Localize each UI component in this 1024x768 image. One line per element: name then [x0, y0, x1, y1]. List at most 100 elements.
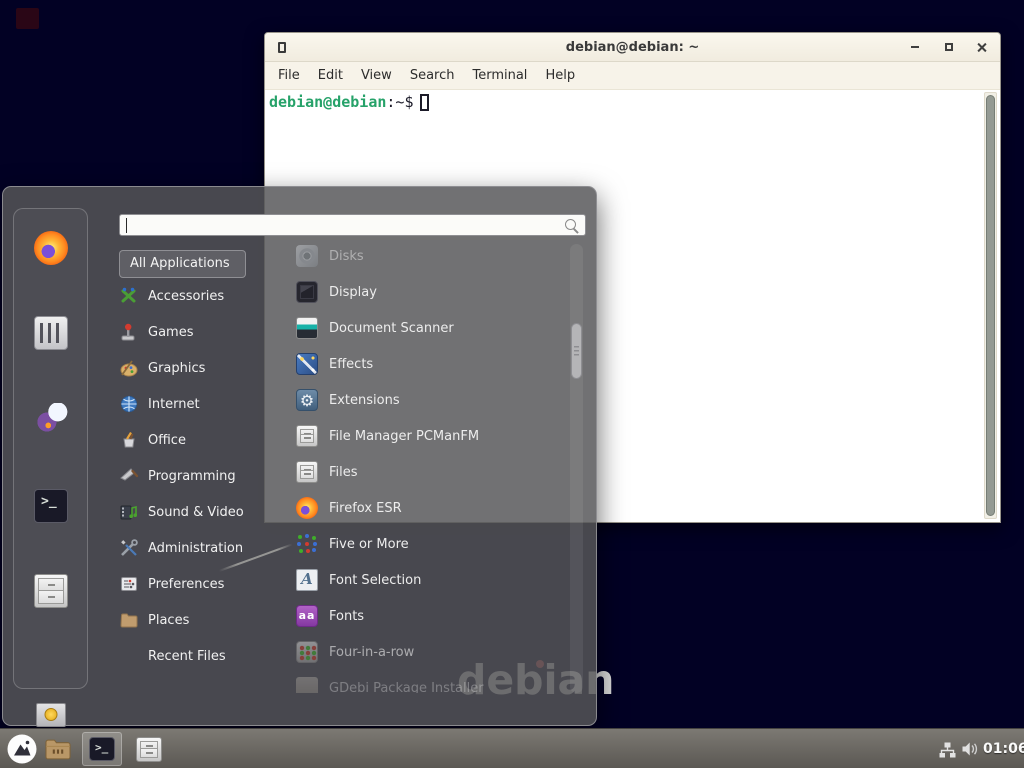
app-item-disks[interactable]: Disks	[282, 238, 568, 274]
category-administration[interactable]: Administration	[119, 530, 279, 566]
category-label: Games	[148, 325, 193, 340]
category-programming[interactable]: Programming	[119, 458, 279, 494]
menu-file[interactable]: File	[269, 65, 309, 87]
minimize-button[interactable]	[906, 38, 924, 56]
app-label: Files	[329, 465, 358, 480]
sound-video-icon	[119, 502, 139, 522]
category-accessories[interactable]: Accessories	[119, 278, 279, 314]
category-label: Preferences	[148, 577, 224, 592]
category-label: Sound & Video	[148, 505, 244, 520]
app-item-font-selection[interactable]: Font Selection	[282, 562, 568, 598]
terminal-cursor	[420, 94, 429, 111]
terminal-scrollbar[interactable]	[984, 92, 997, 519]
five-or-more-icon	[296, 533, 318, 555]
app-item-display[interactable]: Display	[282, 274, 568, 310]
favorite-terminal-icon[interactable]	[34, 489, 68, 523]
category-recent-files[interactable]: Recent Files	[119, 638, 279, 674]
menu-view[interactable]: View	[352, 65, 401, 87]
volume-icon[interactable]	[961, 741, 979, 757]
menu-button[interactable]	[7, 734, 37, 764]
programming-icon	[119, 466, 139, 486]
prompt-path: :~$	[386, 93, 413, 111]
graphics-icon	[119, 358, 139, 378]
close-button[interactable]	[972, 38, 990, 56]
app-item-files[interactable]: Files	[282, 454, 568, 490]
favorite-firefox-icon[interactable]	[34, 231, 68, 265]
category-label: Accessories	[148, 289, 224, 304]
app-list-scrollbar-thumb[interactable]	[571, 323, 582, 379]
search-input[interactable]	[119, 214, 586, 236]
favorite-pidgin-icon[interactable]	[34, 403, 68, 437]
text-caret	[126, 218, 127, 233]
accessories-icon	[119, 286, 139, 306]
desktop-corner-artifact	[16, 8, 39, 29]
app-item-document-scanner[interactable]: Document Scanner	[282, 310, 568, 346]
fonts-icon	[296, 605, 318, 627]
category-label: Programming	[148, 469, 236, 484]
app-label: Four-in-a-row	[329, 645, 414, 660]
app-item-gdebi-package-installer[interactable]: GDebi Package Installer	[282, 670, 568, 693]
app-label: Font Selection	[329, 573, 421, 588]
terminal-titlebar[interactable]: debian@debian: ~	[265, 33, 1000, 62]
category-graphics[interactable]: Graphics	[119, 350, 279, 386]
clock[interactable]: 01:06	[983, 741, 1024, 757]
app-item-extensions[interactable]: Extensions	[282, 382, 568, 418]
app-item-four-in-a-row[interactable]: Four-in-a-row	[282, 634, 568, 670]
font-selection-icon	[296, 569, 318, 591]
category-office[interactable]: Office	[119, 422, 279, 458]
folder-icon	[44, 738, 72, 761]
terminal-task-button[interactable]	[82, 732, 122, 766]
app-label: Fonts	[329, 609, 364, 624]
favorites-panel	[13, 208, 88, 689]
category-internet[interactable]: Internet	[119, 386, 279, 422]
menu-help[interactable]: Help	[536, 65, 584, 87]
app-item-firefox-esr[interactable]: Firefox ESR	[282, 490, 568, 526]
network-icon[interactable]	[939, 742, 956, 758]
menu-search[interactable]: Search	[401, 65, 464, 87]
gdebi-icon	[296, 677, 318, 693]
category-preferences[interactable]: Preferences	[119, 566, 279, 602]
category-games[interactable]: Games	[119, 314, 279, 350]
games-icon	[119, 322, 139, 342]
administration-icon	[119, 538, 139, 558]
maximize-icon	[945, 43, 953, 51]
app-item-effects[interactable]: Effects	[282, 346, 568, 382]
app-item-file-manager-pcmanfm[interactable]: File Manager PCManFM	[282, 418, 568, 454]
files-launcher[interactable]	[136, 737, 162, 762]
app-label: Effects	[329, 357, 373, 372]
extensions-icon	[296, 389, 318, 411]
all-applications-button[interactable]: All Applications	[119, 250, 246, 278]
disks-icon	[296, 245, 318, 267]
app-item-five-or-more[interactable]: Five or More	[282, 526, 568, 562]
file-manager-launcher[interactable]	[44, 738, 72, 761]
category-places[interactable]: Places	[119, 602, 279, 638]
firefox-icon	[296, 497, 318, 519]
category-label: Office	[148, 433, 186, 448]
favorite-control-panel-icon[interactable]	[34, 316, 68, 350]
favorite-file-manager-icon[interactable]	[34, 574, 68, 608]
menu-terminal[interactable]: Terminal	[463, 65, 536, 87]
terminal-title: debian@debian: ~	[265, 40, 1000, 55]
category-label: Places	[148, 613, 189, 628]
menu-edit[interactable]: Edit	[309, 65, 352, 87]
places-icon	[119, 610, 139, 630]
maximize-button[interactable]	[940, 38, 958, 56]
app-list-scrollbar[interactable]	[570, 244, 583, 693]
terminal-icon	[89, 737, 115, 761]
effects-icon	[296, 353, 318, 375]
app-item-fonts[interactable]: Fonts	[282, 598, 568, 634]
app-label: Extensions	[329, 393, 400, 408]
terminal-scrollbar-thumb[interactable]	[986, 95, 995, 516]
no-icon	[119, 646, 139, 666]
start-mountain-icon	[7, 734, 37, 764]
close-icon	[976, 42, 987, 53]
file-cabinet-icon	[296, 461, 318, 483]
application-menu: All Applications Accessories Games Graph…	[2, 186, 597, 726]
category-label: Graphics	[148, 361, 205, 376]
category-sound-video[interactable]: Sound & Video	[119, 494, 279, 530]
app-label: Disks	[329, 249, 364, 264]
desktop: debian debian@debian: ~ File Edit View S…	[0, 0, 1024, 768]
four-in-a-row-icon	[296, 641, 318, 663]
preferences-icon	[119, 574, 139, 594]
category-label: Administration	[148, 541, 243, 556]
